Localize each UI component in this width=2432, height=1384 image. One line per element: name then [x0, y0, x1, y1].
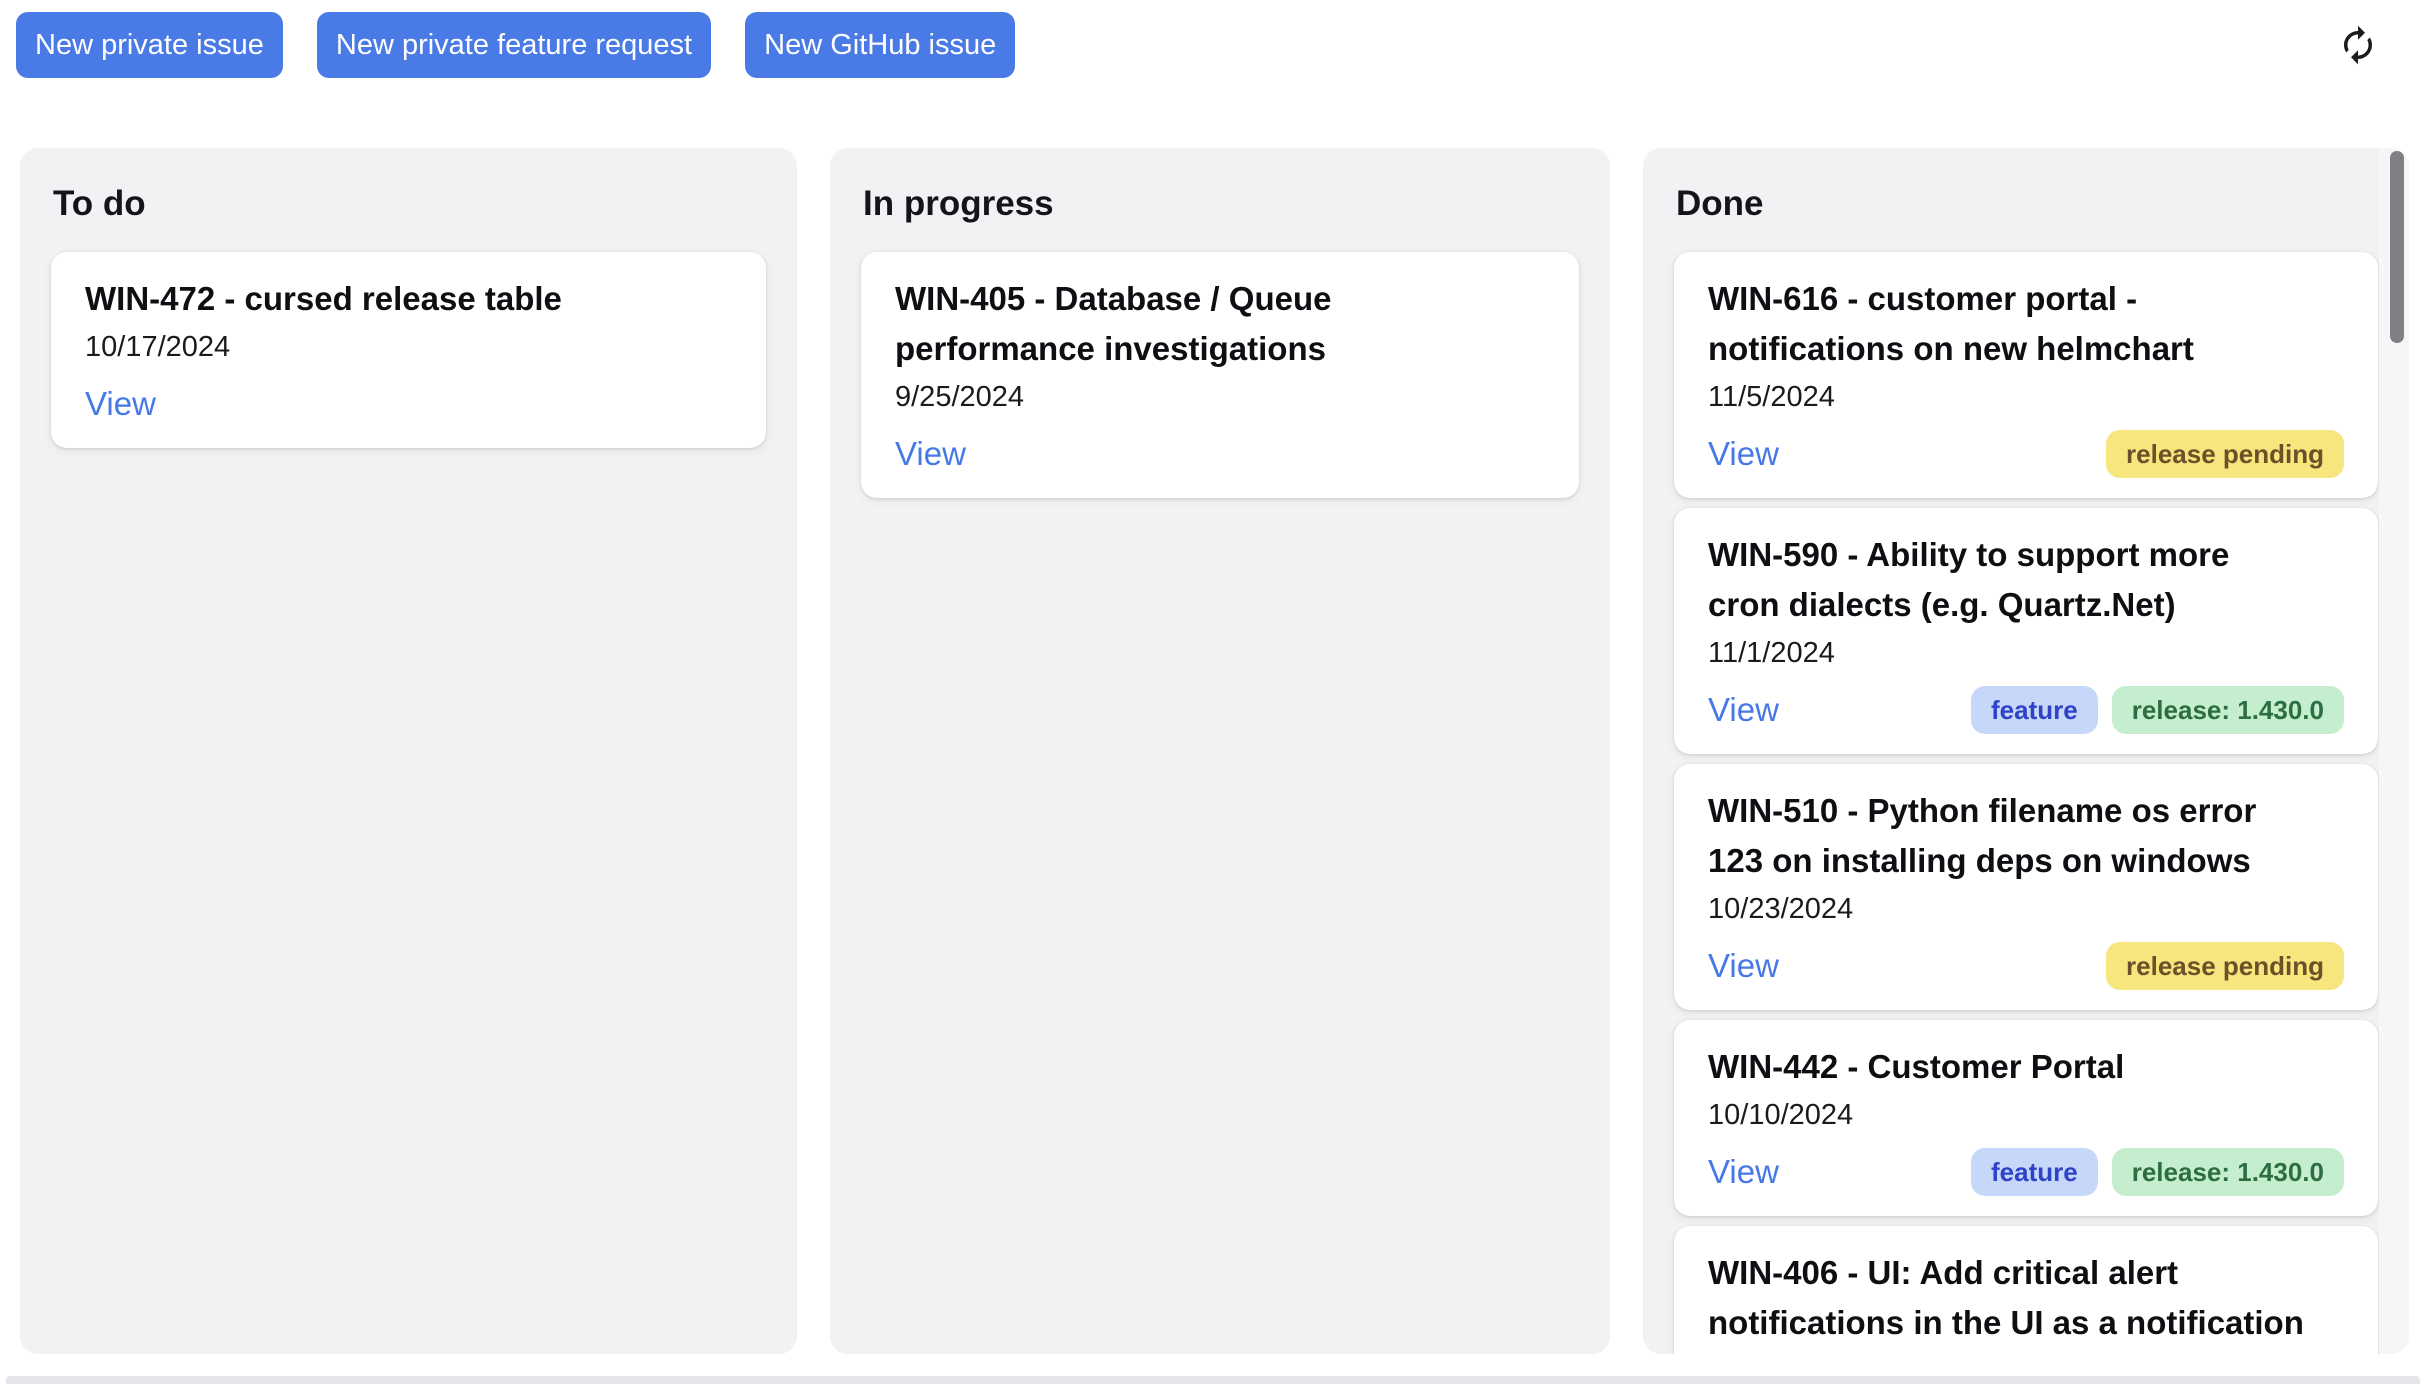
- badge-list: feature release: 1.430.0: [1971, 686, 2344, 734]
- card-title: WIN-442 - Customer Portal: [1708, 1042, 2308, 1092]
- card-win-406[interactable]: WIN-406 - UI: Add critical alert notific…: [1674, 1226, 2378, 1354]
- refresh-button[interactable]: [2334, 22, 2382, 70]
- card-footer: View feature release: 1.430.0: [1708, 1148, 2344, 1196]
- card-date: 10/17/2024: [85, 328, 732, 366]
- status-badge: release: 1.430.0: [2112, 686, 2344, 734]
- vertical-scrollbar-thumb[interactable]: [2390, 151, 2404, 343]
- card-win-510[interactable]: WIN-510 - Python filename os error 123 o…: [1674, 764, 2378, 1010]
- status-badge: release pending: [2106, 430, 2344, 478]
- card-footer: View: [85, 380, 732, 428]
- column-title: Done: [1676, 182, 2378, 226]
- view-link[interactable]: View: [1708, 1153, 1779, 1191]
- toolbar-buttons: New private issue New private feature req…: [16, 12, 1015, 78]
- card-win-472[interactable]: WIN-472 - cursed release table 10/17/202…: [51, 252, 766, 448]
- status-badge: release: 1.430.0: [2112, 1148, 2344, 1196]
- column-todo: To do WIN-472 - cursed release table 10/…: [20, 148, 797, 1354]
- card-footer: View release pending: [1708, 942, 2344, 990]
- card-footer: View: [895, 430, 1545, 478]
- card-title: WIN-616 - customer portal - notification…: [1708, 274, 2308, 374]
- column-title: In progress: [863, 182, 1579, 226]
- board: To do WIN-472 - cursed release table 10/…: [20, 148, 2409, 1354]
- badge-list: feature release: 1.430.0: [1971, 1148, 2344, 1196]
- card-date: 11/5/2024: [1708, 378, 2344, 416]
- horizontal-scrollbar-thumb[interactable]: [6, 1376, 2420, 1384]
- card-date: 10/23/2024: [1708, 890, 2344, 928]
- card-win-442[interactable]: WIN-442 - Customer Portal 10/10/2024 Vie…: [1674, 1020, 2378, 1216]
- card-win-590[interactable]: WIN-590 - Ability to support more cron d…: [1674, 508, 2378, 754]
- card-date: 10/10/2024: [1708, 1096, 2344, 1134]
- card-win-405[interactable]: WIN-405 - Database / Queue performance i…: [861, 252, 1579, 498]
- badge-list: release pending: [2106, 942, 2344, 990]
- new-private-issue-button[interactable]: New private issue: [16, 12, 283, 78]
- card-win-616[interactable]: WIN-616 - customer portal - notification…: [1674, 252, 2378, 498]
- column-done: Done WIN-616 - customer portal - notific…: [1643, 148, 2409, 1354]
- card-list: WIN-405 - Database / Queue performance i…: [861, 252, 1579, 498]
- status-badge: release pending: [2106, 942, 2344, 990]
- card-footer: View feature release: 1.430.0: [1708, 686, 2344, 734]
- status-badge: feature: [1971, 1148, 2098, 1196]
- card-title: WIN-510 - Python filename os error 123 o…: [1708, 786, 2308, 886]
- refresh-icon: [2337, 24, 2379, 66]
- card-title: WIN-405 - Database / Queue performance i…: [895, 274, 1495, 374]
- status-badge: feature: [1971, 686, 2098, 734]
- card-date: 9/25/2024: [895, 378, 1545, 416]
- column-in-progress: In progress WIN-405 - Database / Queue p…: [830, 148, 1610, 1354]
- card-list: WIN-472 - cursed release table 10/17/202…: [51, 252, 766, 448]
- card-date: 11/1/2024: [1708, 634, 2344, 672]
- view-link[interactable]: View: [895, 435, 966, 473]
- view-link[interactable]: View: [1708, 435, 1779, 473]
- card-title: WIN-590 - Ability to support more cron d…: [1708, 530, 2308, 630]
- card-title: WIN-472 - cursed release table: [85, 274, 685, 324]
- column-title: To do: [53, 182, 766, 226]
- new-github-issue-button[interactable]: New GitHub issue: [745, 12, 1015, 78]
- view-link[interactable]: View: [85, 385, 156, 423]
- card-list: WIN-616 - customer portal - notification…: [1674, 252, 2378, 1354]
- card-footer: View release pending: [1708, 430, 2344, 478]
- new-private-feature-request-button[interactable]: New private feature request: [317, 12, 711, 78]
- view-link[interactable]: View: [1708, 947, 1779, 985]
- badge-list: release pending: [2106, 430, 2344, 478]
- view-link[interactable]: View: [1708, 691, 1779, 729]
- card-title: WIN-406 - UI: Add critical alert notific…: [1708, 1248, 2308, 1348]
